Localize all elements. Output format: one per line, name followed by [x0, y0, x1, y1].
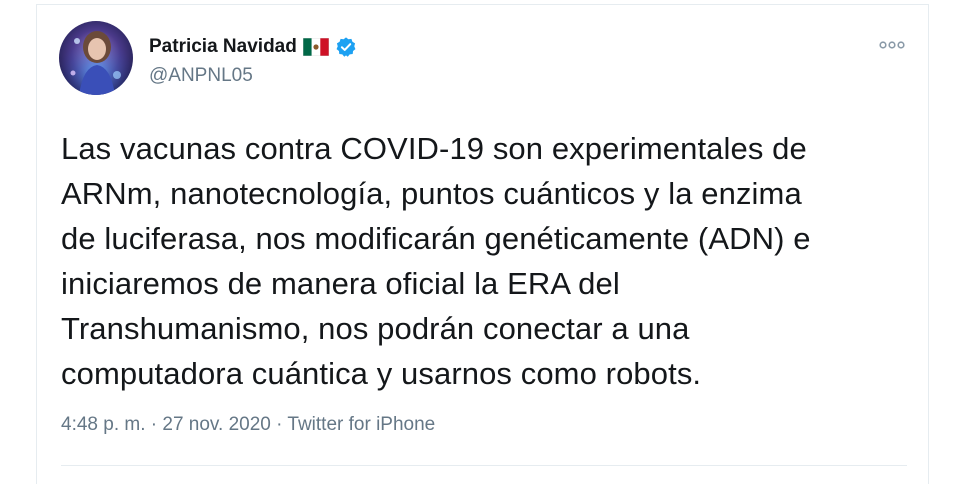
screenshot-frame: Patricia Navidad @ANPNL05 Las vacunas co…: [0, 0, 968, 484]
tweet-time[interactable]: 4:48 p. m.: [61, 414, 146, 435]
mexico-flag-icon: [302, 37, 330, 57]
tweet-source[interactable]: Twitter for iPhone: [287, 414, 435, 435]
verified-badge-icon: [335, 36, 357, 58]
more-options-icon: [879, 41, 905, 49]
meta-separator: ·: [150, 414, 158, 435]
tweet-text-line: ARNm, nanotecnología, puntos cuánticos y…: [61, 176, 802, 211]
author-handle[interactable]: @ANPNL05: [149, 65, 253, 87]
tweet-meta: 4:48 p. m. · 27 nov. 2020 · Twitter for …: [61, 414, 435, 436]
tweet-date[interactable]: 27 nov. 2020: [162, 414, 270, 435]
tweet-card: Patricia Navidad @ANPNL05 Las vacunas co…: [36, 4, 929, 484]
tweet-text-line: computadora cuántica y usarnos como robo…: [61, 356, 702, 391]
tweet-text-line: Las vacunas contra COVID-19 son experime…: [61, 131, 807, 166]
tweet-text-line: de luciferasa, nos modificarán genéticam…: [61, 221, 811, 256]
author-name[interactable]: Patricia Navidad: [149, 36, 297, 58]
avatar-image: [59, 21, 133, 95]
tweet-text-line: Transhumanismo, nos podrán conectar a un…: [61, 311, 690, 346]
tweet-text-line: iniciaremos de manera oficial la ERA del: [61, 266, 620, 301]
avatar[interactable]: [59, 21, 133, 95]
meta-separator: ·: [276, 414, 283, 435]
more-options-button[interactable]: [877, 35, 907, 55]
author-row: Patricia Navidad: [149, 35, 357, 59]
divider: [61, 465, 907, 466]
tweet-text: Las vacunas contra COVID-19 son experime…: [61, 126, 911, 396]
